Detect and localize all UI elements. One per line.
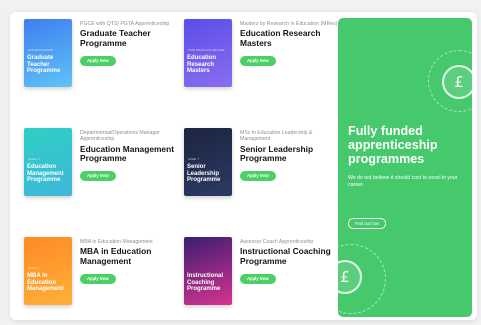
cover-tag: Level 7 — [28, 267, 40, 270]
course-title[interactable]: Instructional Coaching Programme — [240, 247, 340, 266]
course-cover[interactable]: Apprenticeship Graduate Teacher Programm… — [24, 19, 72, 87]
course-card-graduate-teacher[interactable]: Apprenticeship Graduate Teacher Programm… — [24, 19, 174, 101]
cover-tag: Level 7 — [188, 158, 200, 161]
apply-now-button[interactable]: Apply Now — [80, 171, 116, 181]
course-cover[interactable]: Postgraduate Degree Education Research M… — [184, 19, 232, 87]
course-title[interactable]: Graduate Teacher Programme — [80, 29, 180, 48]
apply-now-button[interactable]: Apply Now — [240, 273, 276, 284]
course-card-education-research[interactable]: Postgraduate Degree Education Research M… — [184, 19, 337, 101]
apply-now-button[interactable]: Apply Now — [240, 171, 276, 181]
course-card-education-management[interactable]: Level 5 Education Management Programme D… — [24, 128, 174, 210]
promo-title: Fully funded apprenticeship programmes — [348, 124, 438, 166]
funded-promo-panel: £ £ Fully funded apprenticeship programm… — [338, 18, 472, 317]
course-subtitle: MBA in Education Management — [80, 239, 153, 245]
course-card-mba[interactable]: Level 7 MBA in Education Management MBA … — [24, 237, 174, 319]
cover-title: Education Research Masters — [187, 55, 217, 75]
course-subtitle: Assessor Coach Apprenticeship — [240, 239, 314, 245]
cover-title: MBA in Education Management — [27, 273, 64, 293]
course-title[interactable]: Education Management Programme — [80, 144, 180, 164]
course-cover[interactable]: Level 7 MBA in Education Management — [24, 237, 72, 305]
cover-tag: Apprenticeship — [28, 49, 54, 52]
course-subtitle: MSc in Education Leadership & Management — [240, 130, 313, 143]
pound-coin-icon: £ — [442, 65, 472, 99]
course-title[interactable]: Senior Leadership Programme — [240, 144, 340, 164]
course-cover[interactable]: Level 7 Senior Leadership Programme — [184, 128, 232, 196]
course-card-instructional-coaching[interactable]: Instructional Coaching Programme Assesso… — [184, 237, 334, 319]
apply-now-button[interactable]: Apply Now — [80, 273, 116, 284]
find-out-how-button[interactable]: Find out how — [348, 218, 386, 229]
promo-text: We do not believe it should cost to exce… — [348, 175, 458, 188]
cover-tag: Level 5 — [28, 158, 40, 161]
course-title[interactable]: Education Research Masters — [240, 29, 340, 48]
course-cover[interactable]: Level 5 Education Management Programme — [24, 128, 72, 196]
cover-title: Senior Leadership Programme — [187, 164, 221, 184]
course-cover[interactable]: Instructional Coaching Programme — [184, 237, 232, 305]
apply-now-button[interactable]: Apply Now — [240, 55, 276, 66]
course-subtitle: Departmental/Operations Manager Apprenti… — [80, 130, 160, 143]
course-subtitle: Masters by Research in Education (MRes) — [240, 21, 338, 27]
course-card-senior-leadership[interactable]: Level 7 Senior Leadership Programme MSc … — [184, 128, 334, 210]
cover-title: Education Management Programme — [27, 164, 64, 184]
apply-now-button[interactable]: Apply Now — [80, 55, 116, 66]
course-subtitle: PGCE with QTS/ PGTA Apprenticeship — [80, 21, 170, 27]
cover-tag: Postgraduate Degree — [188, 49, 225, 52]
cover-title: Graduate Teacher Programme — [27, 55, 61, 75]
cover-title: Instructional Coaching Programme — [187, 273, 224, 293]
course-title[interactable]: MBA in Education Management — [80, 247, 180, 266]
